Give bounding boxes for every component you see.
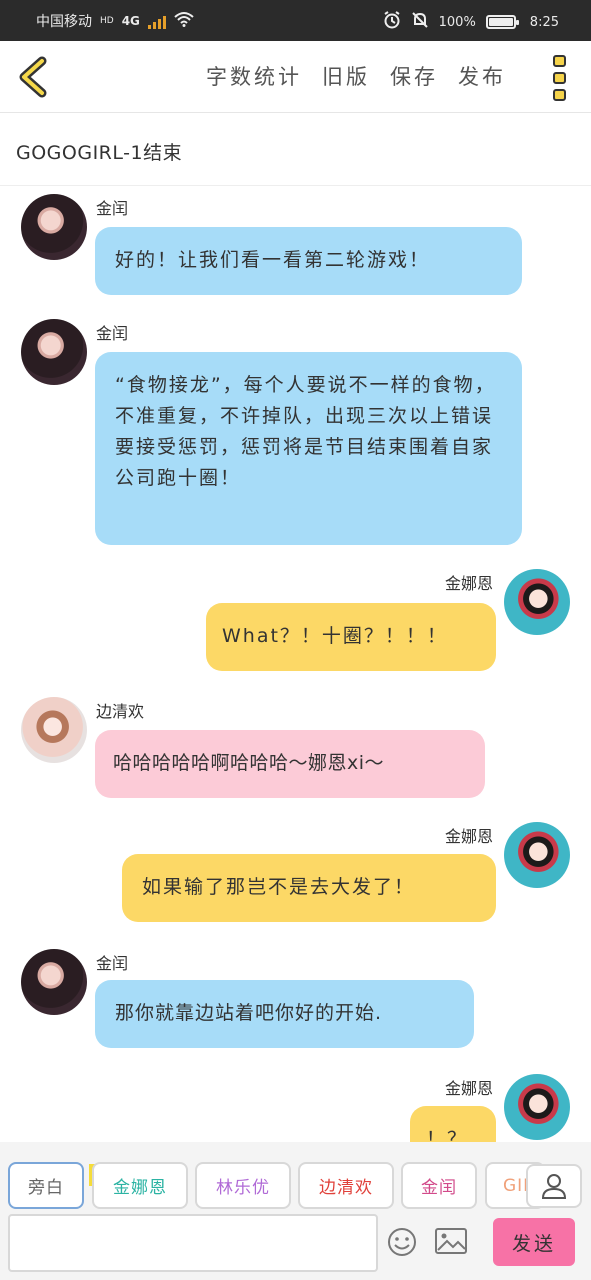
chat-message[interactable]: 金娜恩 如果输了那岂不是去大发了！	[0, 817, 591, 927]
manage-roles-button[interactable]	[526, 1164, 582, 1208]
speaker-name: 金娜恩	[444, 827, 493, 846]
person-icon	[541, 1174, 567, 1199]
message-bubble[interactable]: 那你就靠边站着吧你好的开始.	[95, 980, 474, 1048]
network-label: 4G	[121, 14, 140, 28]
carrier-label: 中国移动	[36, 14, 92, 30]
avatar[interactable]	[504, 569, 570, 635]
back-arrow-icon	[19, 56, 47, 98]
composer-bar: 发送	[0, 1210, 591, 1280]
avatar[interactable]	[504, 1074, 570, 1140]
message-bubble[interactable]: 哈哈哈哈哈啊哈哈哈～娜恩xi～	[95, 730, 485, 798]
speaker-name: 金娜恩	[444, 574, 493, 593]
chat-message[interactable]: 金闰 那你就靠边站着吧你好的开始.	[0, 942, 591, 1052]
battery-percent: 100%	[438, 14, 476, 30]
save-button[interactable]: 保存	[390, 61, 438, 91]
publish-button[interactable]: 发布	[458, 61, 506, 91]
story-title: GOGOGIRL-1结束	[16, 142, 183, 164]
role-lin-leyou[interactable]: 林乐优	[195, 1162, 291, 1209]
speaker-name: 边清欢	[96, 702, 145, 721]
mute-bell-icon	[411, 11, 429, 33]
battery-icon	[485, 15, 519, 29]
avatar[interactable]	[21, 319, 87, 385]
status-bar: 中国移动 HD 4G 100% 8:25	[0, 0, 591, 41]
role-kim-run[interactable]: 金闰	[401, 1162, 477, 1209]
speaker-name: 金闰	[96, 199, 129, 218]
chat-message[interactable]: 金娜恩 What？！十圈？！！！	[0, 564, 591, 674]
word-count-button[interactable]: 字数统计	[206, 61, 302, 91]
role-label: 边清欢	[319, 1178, 373, 1198]
speaker-name: 金娜恩	[444, 1079, 493, 1098]
message-bubble[interactable]: “食物接龙”，每个人要说不一样的食物，不准重复，不许掉队，出现三次以上错误要接受…	[95, 352, 522, 545]
more-dot-icon	[553, 55, 566, 67]
hd-label: HD	[100, 16, 114, 26]
emoji-button[interactable]	[386, 1226, 418, 1258]
role-label: 旁白	[28, 1178, 64, 1198]
role-narrator[interactable]: 旁白	[8, 1162, 84, 1209]
emoji-icon	[388, 1228, 416, 1256]
role-kim-naeun[interactable]: 金娜恩	[92, 1162, 188, 1209]
more-dot-icon	[553, 89, 566, 101]
old-version-button[interactable]: 旧版	[322, 61, 370, 91]
back-button[interactable]	[14, 55, 58, 99]
more-dot-icon	[553, 72, 566, 84]
image-icon	[435, 1228, 467, 1254]
send-button[interactable]: 发送	[493, 1218, 575, 1266]
role-selector-bar: 旁白 主 金娜恩 林乐优 边清欢 金闰 GIF	[0, 1142, 591, 1210]
avatar[interactable]	[21, 697, 87, 763]
chat-list[interactable]: 金闰 好的！让我们看一看第二轮游戏！ 金闰 “食物接龙”，每个人要说不一样的食物…	[0, 187, 591, 1142]
chat-message[interactable]: 金闰 “食物接龙”，每个人要说不一样的食物，不准重复，不许掉队，出现三次以上错误…	[0, 312, 591, 548]
image-button[interactable]	[434, 1226, 468, 1256]
chat-message[interactable]: 金娜恩 ！？	[0, 1069, 591, 1142]
wifi-icon	[174, 11, 194, 31]
message-input[interactable]	[8, 1214, 378, 1272]
avatar[interactable]	[504, 822, 570, 888]
avatar[interactable]	[21, 949, 87, 1015]
role-label: 金闰	[421, 1178, 457, 1198]
avatar[interactable]	[21, 194, 87, 260]
role-label: 林乐优	[216, 1178, 270, 1198]
top-toolbar: 字数统计 旧版 保存 发布	[0, 41, 591, 113]
speaker-name: 金闰	[96, 954, 129, 973]
alarm-icon	[383, 11, 401, 33]
message-bubble[interactable]: What？！十圈？！！！	[206, 603, 496, 671]
role-bian-qinghuan[interactable]: 边清欢	[298, 1162, 394, 1209]
message-bubble[interactable]: ！？	[410, 1106, 496, 1142]
message-bubble[interactable]: 如果输了那岂不是去大发了！	[122, 854, 496, 922]
message-bubble[interactable]: 好的！让我们看一看第二轮游戏！	[95, 227, 522, 295]
signal-icon	[147, 13, 166, 29]
clock: 8:25	[529, 14, 559, 30]
chat-message[interactable]: 金闰 好的！让我们看一看第二轮游戏！	[0, 187, 591, 302]
more-menu-button[interactable]	[553, 55, 571, 101]
role-label: 金娜恩	[113, 1178, 167, 1198]
speaker-name: 金闰	[96, 324, 129, 343]
chat-message[interactable]: 边清欢 哈哈哈哈哈啊哈哈哈～娜恩xi～	[0, 690, 591, 800]
story-title-bar[interactable]: GOGOGIRL-1结束	[0, 114, 591, 186]
